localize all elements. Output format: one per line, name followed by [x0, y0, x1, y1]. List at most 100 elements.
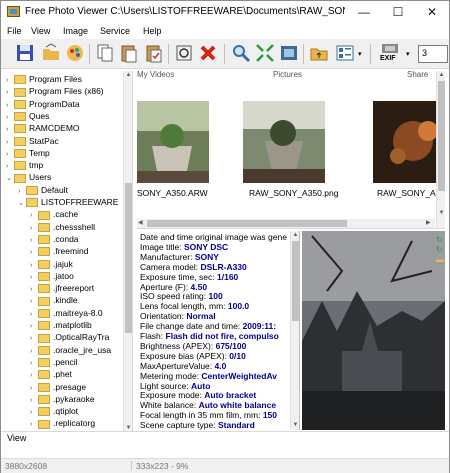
exif-button[interactable]: EXIF: [377, 43, 405, 65]
open-folder-icon[interactable]: [41, 43, 61, 63]
scroll-down-icon[interactable]: ▼: [291, 421, 299, 430]
expand-arrow-icon[interactable]: ›: [30, 421, 38, 428]
tree-item[interactable]: › .jfreereport: [30, 283, 94, 295]
maximize-button[interactable]: ☐: [381, 1, 415, 23]
scroll-thumb[interactable]: [147, 220, 347, 227]
image-preview[interactable]: ↻ ↻ ▬: [302, 231, 445, 430]
tree-item[interactable]: › ProgramData: [6, 99, 80, 111]
scroll-thumb[interactable]: [438, 81, 445, 191]
menu-help[interactable]: Help: [143, 26, 162, 36]
scroll-down-icon[interactable]: ▼: [437, 209, 445, 218]
tab-view[interactable]: View: [7, 433, 26, 443]
menu-view[interactable]: View: [31, 26, 50, 36]
tree-item[interactable]: › Ques: [6, 111, 49, 123]
delete-icon[interactable]: [198, 43, 218, 63]
thumbnail-image[interactable]: [243, 101, 325, 183]
tree-scrollbar[interactable]: ▲ ▼: [123, 71, 132, 433]
tree-item[interactable]: › StatPac: [6, 136, 59, 148]
scroll-up-icon[interactable]: ▲: [291, 231, 299, 240]
expand-arrow-icon[interactable]: ›: [30, 323, 38, 330]
paste-special-icon[interactable]: [144, 43, 164, 63]
thumbnail-name[interactable]: RAW_SONY_A350.jpg: [377, 188, 445, 198]
expand-arrow-icon[interactable]: ›: [6, 163, 14, 170]
tree-item[interactable]: › .freemind: [30, 246, 88, 258]
expand-arrow-icon[interactable]: ›: [30, 212, 38, 219]
menu-service[interactable]: Service: [100, 26, 130, 36]
chevron-down-icon[interactable]: ▾: [358, 50, 362, 58]
tree-item[interactable]: › Temp: [6, 148, 50, 160]
tree-item[interactable]: › .jatoo: [30, 271, 74, 283]
close-button[interactable]: ✕: [415, 1, 449, 23]
menu-image[interactable]: Image: [63, 26, 88, 36]
scroll-thumb[interactable]: [292, 241, 299, 321]
expand-arrow-icon[interactable]: ›: [30, 409, 38, 416]
expand-arrow-icon[interactable]: ›: [6, 139, 14, 146]
tree-item[interactable]: › .cache: [30, 209, 78, 221]
thumb-vscrollbar[interactable]: ▲ ▼: [436, 71, 445, 228]
scroll-up-icon[interactable]: ▲: [437, 71, 445, 80]
tree-item[interactable]: › .maitreya-8.0: [30, 308, 103, 320]
expand-arrow-icon[interactable]: ›: [30, 335, 38, 342]
tree-item[interactable]: › Default: [18, 185, 68, 197]
minimize-button[interactable]: —: [347, 1, 381, 23]
thumbnail-image[interactable]: [137, 101, 209, 183]
grid-view-icon[interactable]: [335, 43, 355, 63]
crop-icon[interactable]: [174, 43, 194, 63]
tree-item[interactable]: › .phet: [30, 369, 72, 381]
tree-item[interactable]: ⌄ LISTOFFREEWARE: [18, 197, 118, 209]
columns-combo[interactable]: 3: [418, 45, 448, 63]
tree-item[interactable]: › .presage: [30, 382, 86, 394]
refresh-icon[interactable]: ↻: [436, 245, 443, 254]
expand-arrow-icon[interactable]: ›: [6, 77, 14, 84]
expand-arrow-icon[interactable]: ›: [30, 372, 38, 379]
thumb-hscrollbar[interactable]: ◀ ▶: [137, 219, 435, 228]
expand-arrow-icon[interactable]: ›: [6, 151, 14, 158]
zoom-icon[interactable]: [231, 43, 251, 63]
tree-item[interactable]: › .replicatorg: [30, 418, 95, 430]
thumbnail-name[interactable]: SONY_A350.ARW: [137, 188, 208, 198]
expand-arrow-icon[interactable]: ›: [30, 249, 38, 256]
scroll-left-icon[interactable]: ◀: [138, 219, 143, 226]
expand-arrow-icon[interactable]: ›: [30, 237, 38, 244]
expand-arrow-icon[interactable]: ›: [6, 126, 14, 133]
folder-up-icon[interactable]: [309, 43, 329, 63]
folder-tree[interactable]: ▲ ▼ › Program Files › Program Files (x86) › P…: [6, 71, 133, 433]
expand-arrow-icon[interactable]: ›: [6, 89, 14, 96]
tree-item[interactable]: › .pencil: [30, 357, 78, 369]
tree-item[interactable]: › .chessshell: [30, 222, 95, 234]
tree-item[interactable]: › Program Files (x86): [6, 86, 104, 98]
expand-arrow-icon[interactable]: ⌄: [6, 174, 14, 182]
thumbnail-name[interactable]: RAW_SONY_A350.png: [249, 188, 338, 198]
expand-arrow-icon[interactable]: ›: [18, 188, 26, 195]
tree-item[interactable]: › .jajuk: [30, 259, 73, 271]
expand-arrow-icon[interactable]: ›: [30, 397, 38, 404]
paste-icon[interactable]: [119, 43, 139, 63]
expand-arrow-icon[interactable]: ›: [6, 114, 14, 121]
thumbnail-image[interactable]: [373, 101, 445, 183]
expand-arrow-icon[interactable]: ›: [30, 225, 38, 232]
title-bar[interactable]: Free Photo Viewer C:\Users\LISTOFFREEWAR…: [1, 1, 449, 23]
scroll-thumb[interactable]: [125, 183, 132, 333]
paint-icon[interactable]: [65, 43, 85, 63]
filmstrip-icon[interactable]: [279, 43, 299, 63]
expand-arrow-icon[interactable]: ›: [30, 311, 38, 318]
expand-arrow-icon[interactable]: ⌄: [18, 199, 26, 207]
expand-arrow-icon[interactable]: ›: [30, 348, 38, 355]
expand-arrow-icon[interactable]: ›: [30, 274, 38, 281]
tree-item[interactable]: › .OpticalRayTra: [30, 332, 109, 344]
scroll-up-icon[interactable]: ▲: [124, 71, 132, 80]
tree-item[interactable]: › RAMCDEMO: [6, 123, 80, 135]
tree-item[interactable]: › tmp: [6, 160, 43, 172]
tree-item[interactable]: › .pykaraoke: [30, 394, 95, 406]
menu-file[interactable]: File: [7, 26, 22, 36]
expand-arrow-icon[interactable]: ›: [30, 385, 38, 392]
expand-arrow-icon[interactable]: ›: [30, 298, 38, 305]
refresh-icon[interactable]: ↻: [436, 235, 443, 244]
tree-item[interactable]: › .oracle_jre_usa: [30, 345, 111, 357]
save-icon[interactable]: [15, 43, 35, 63]
folder-icon[interactable]: ▬: [436, 255, 444, 264]
expand-arrow-icon[interactable]: ›: [30, 360, 38, 367]
chevron-down-icon[interactable]: ▾: [406, 50, 410, 58]
tree-item[interactable]: › .matplotlib: [30, 320, 92, 332]
tree-item[interactable]: › .kindle: [30, 295, 78, 307]
